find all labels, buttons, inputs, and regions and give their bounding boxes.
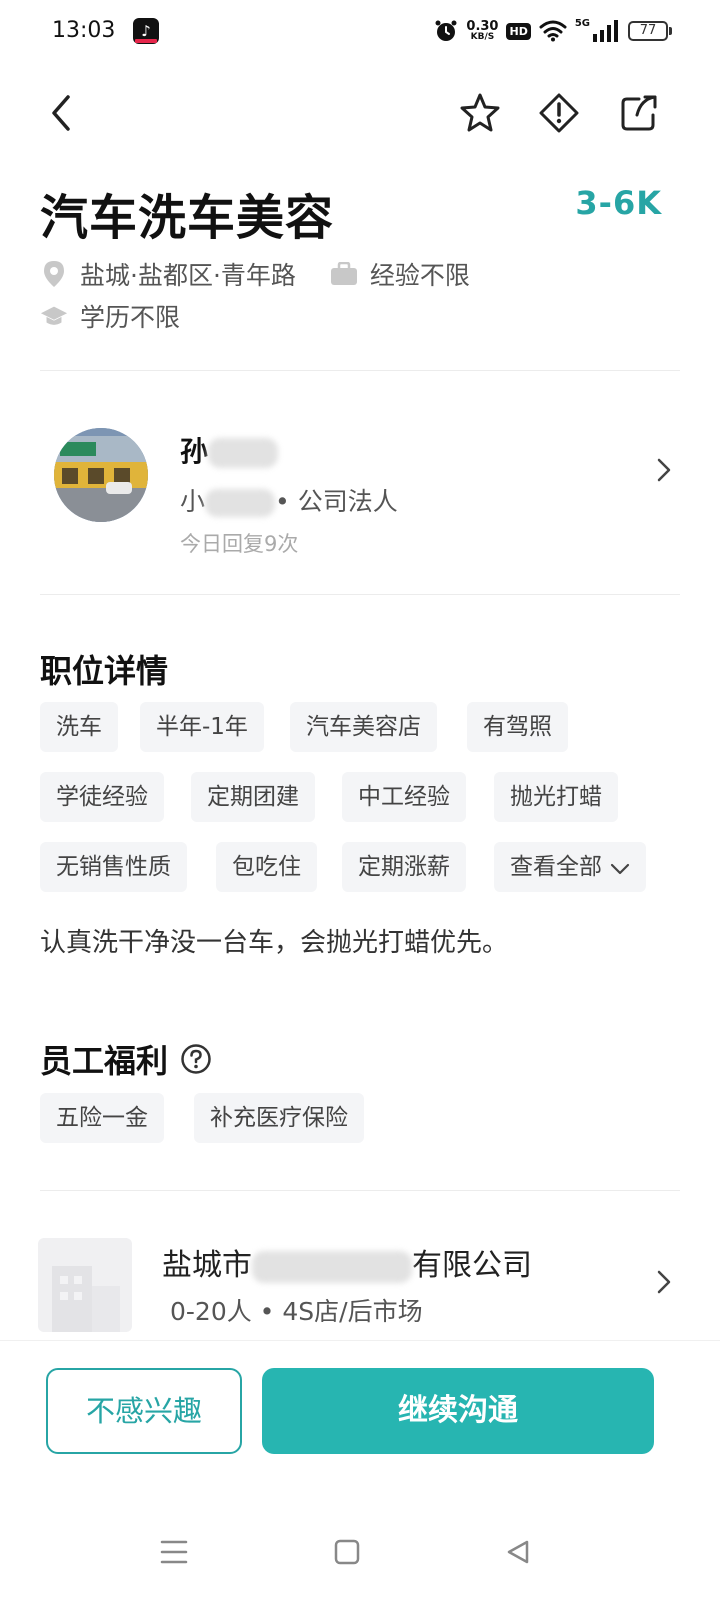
company-info: 0-20人 • 4S店/后市场 [170, 1297, 423, 1326]
net-speed-unit: KB/S [470, 32, 495, 42]
section-title-benefits: 员工福利 [40, 1036, 212, 1082]
share-button[interactable] [614, 88, 664, 138]
job-education: 学历不限 [80, 303, 181, 332]
view-all-tags-button[interactable]: 查看全部 [494, 842, 646, 892]
divider [40, 370, 680, 371]
report-icon [539, 93, 579, 133]
graduation-cap-icon [40, 302, 68, 330]
system-nav-bar [0, 1500, 720, 1612]
benefit-tag: 五险一金 [40, 1093, 164, 1143]
status-bar: 13:03 ♪ 0.30 KB/S HD 5G 77 [0, 0, 720, 66]
job-meta-row: 盐城·盐都区·青年路 经验不限 [40, 256, 470, 292]
status-icons: 0.30 KB/S HD 5G 77 [434, 16, 672, 46]
signal-icon [592, 20, 620, 42]
avatar [54, 428, 148, 522]
company-name-prefix: 盐城市 [162, 1248, 252, 1283]
job-title: 汽车洗车美容 [40, 190, 335, 246]
wifi-icon [539, 20, 567, 42]
alarm-icon [434, 19, 458, 43]
benefits-title-text: 员工福利 [40, 1042, 169, 1080]
tag: 抛光打蜡 [494, 772, 618, 822]
job-location: 盐城·盐都区·青年路 [80, 261, 296, 290]
recruiter-role: 小 • 公司法人 [180, 482, 398, 518]
recruiter-name: 孙 [180, 430, 279, 470]
hd-badge: HD [506, 22, 531, 40]
continue-chat-button[interactable]: 继续沟通 [262, 1368, 654, 1454]
help-icon[interactable] [180, 1043, 212, 1075]
benefit-tag: 补充医疗保险 [194, 1093, 364, 1143]
top-nav [0, 80, 720, 150]
battery-level: 77 [628, 21, 668, 41]
home-button[interactable] [327, 1532, 367, 1572]
back-button[interactable] [36, 88, 86, 138]
triangle-back-icon [507, 1540, 529, 1564]
location-icon [40, 260, 68, 288]
company-name-redaction [252, 1250, 412, 1283]
tag: 无销售性质 [40, 842, 187, 892]
battery-icon: 77 [628, 21, 672, 41]
bottom-action-bar: 不感兴趣 继续沟通 [0, 1340, 720, 1500]
company-name-suffix: 有限公司 [412, 1248, 532, 1283]
role-redaction [205, 489, 276, 517]
divider [40, 594, 680, 595]
tag: 汽车美容店 [290, 702, 437, 752]
star-icon [460, 93, 500, 132]
status-time: 13:03 [52, 18, 116, 43]
chevron-right-icon [652, 1270, 676, 1294]
recruiter-name-text: 孙 [180, 435, 209, 468]
chevron-right-icon [652, 458, 676, 482]
share-icon [621, 95, 657, 131]
not-interested-button[interactable]: 不感兴趣 [46, 1368, 242, 1454]
recruiter-role-suffix: • 公司法人 [275, 487, 398, 516]
menu-button[interactable] [154, 1532, 194, 1572]
briefcase-icon [330, 260, 358, 288]
tag: 半年-1年 [140, 702, 264, 752]
back-icon [52, 95, 70, 131]
report-button[interactable] [534, 88, 584, 138]
divider [40, 1190, 680, 1191]
tag: 有驾照 [467, 702, 568, 752]
chevron-down-icon [610, 843, 630, 893]
tag: 洗车 [40, 702, 118, 752]
tag: 包吃住 [216, 842, 317, 892]
recruiter-role-prefix: 小 [180, 487, 206, 516]
home-icon [334, 1539, 360, 1565]
job-experience: 经验不限 [369, 261, 470, 290]
recruiter-reply-count: 今日回复9次 [180, 532, 299, 556]
section-title-details: 职位详情 [40, 652, 169, 690]
job-description: 认真洗干净没一台车，会抛光打蜡优先。 [40, 928, 509, 958]
tag: 定期团建 [191, 772, 315, 822]
job-meta-row-2: 学历不限 [40, 298, 180, 334]
signal-label: 5G [574, 17, 590, 29]
company-logo [38, 1238, 132, 1332]
company-name: 盐城市 有限公司 [162, 1240, 532, 1284]
name-redaction [208, 438, 279, 468]
net-speed: 0.30 KB/S [466, 20, 498, 42]
tiktok-icon: ♪ [133, 18, 159, 44]
back-nav-button[interactable] [498, 1532, 538, 1572]
salary: 3-6K [575, 184, 662, 222]
favorite-button[interactable] [455, 88, 505, 138]
view-all-label: 查看全部 [510, 854, 602, 880]
tag: 中工经验 [342, 772, 466, 822]
tag: 定期涨薪 [342, 842, 466, 892]
menu-icon [160, 1540, 188, 1564]
tag: 学徒经验 [40, 772, 164, 822]
